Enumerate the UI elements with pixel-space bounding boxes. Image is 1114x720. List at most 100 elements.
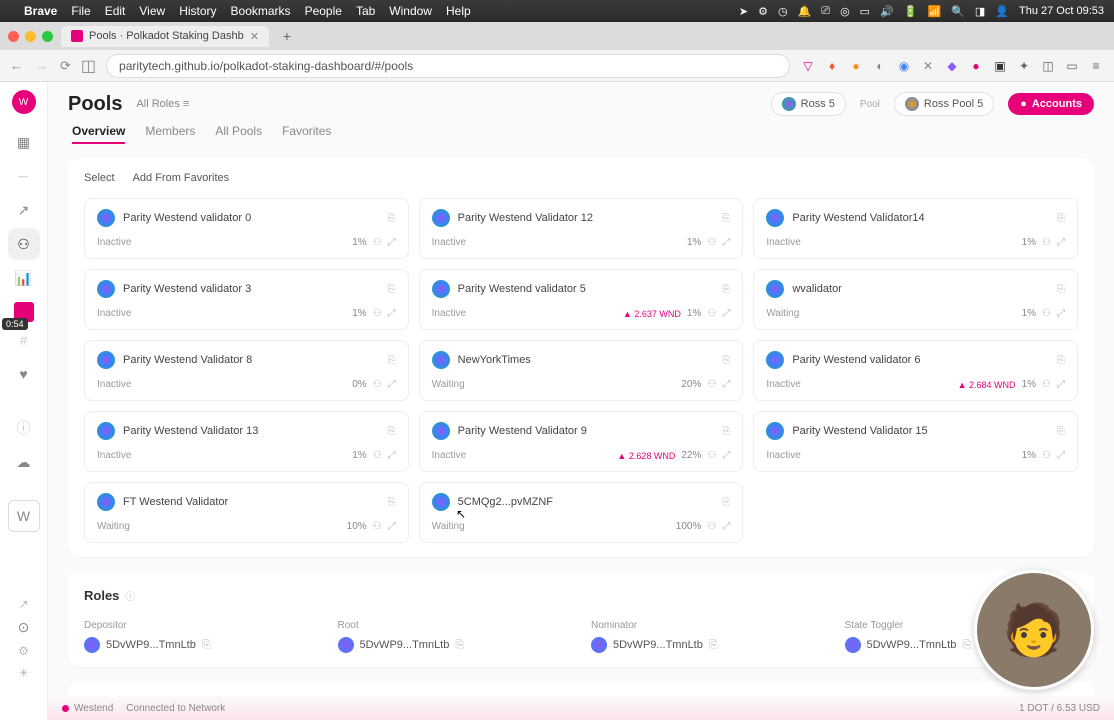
validator-card[interactable]: Parity Westend Validator 12⎘Inactive1%⚇⤢ <box>419 198 744 259</box>
validator-card[interactable]: Parity Westend validator 3⎘Inactive1%⚇⤢ <box>84 269 409 330</box>
search-icon[interactable]: 🔍 <box>951 5 965 18</box>
screen-icon[interactable]: ⎚ <box>821 5 830 18</box>
sidebar-pools[interactable]: ⚇ <box>8 228 40 260</box>
polkadot-logo-icon[interactable]: W <box>12 90 36 114</box>
ext-1-icon[interactable]: ● <box>848 58 864 74</box>
copy-icon[interactable]: ⎘ <box>1057 426 1065 437</box>
sidebar-info[interactable]: ⓘ <box>8 412 40 444</box>
menu-history[interactable]: History <box>179 4 216 18</box>
network-name[interactable]: Westend <box>74 703 113 714</box>
tab-overview[interactable]: Overview <box>72 124 125 144</box>
validator-card[interactable]: Parity Westend Validator 9⎘Inactive▲ 2.6… <box>419 411 744 472</box>
copy-icon[interactable]: ⎘ <box>388 426 396 437</box>
chart-icon[interactable]: ⤢ <box>1057 237 1065 248</box>
sidebar-favorites[interactable]: ♥ <box>8 358 40 390</box>
sidebar-overview[interactable]: ▦ <box>8 126 40 158</box>
chart-icon[interactable]: ⤢ <box>722 308 730 319</box>
validator-card[interactable]: FT Westend Validator⎘Waiting10%⚇⤢ <box>84 482 409 543</box>
chart-icon[interactable]: ⤢ <box>388 450 396 461</box>
browser-tab[interactable]: Pools · Polkadot Staking Dashb ✕ <box>61 26 269 47</box>
ext-7-icon[interactable]: ▣ <box>992 58 1008 74</box>
menu-view[interactable]: View <box>139 4 165 18</box>
copy-icon[interactable]: ⎘ <box>962 639 971 652</box>
ext-4-icon[interactable]: ✕ <box>920 58 936 74</box>
copy-icon[interactable]: ⎘ <box>722 284 730 295</box>
sidebar-community[interactable]: ☁ <box>8 446 40 478</box>
circle-icon[interactable]: ◎ <box>840 5 850 18</box>
control-center-icon[interactable]: ◨ <box>975 5 985 18</box>
location-icon[interactable]: ➤ <box>739 5 748 18</box>
forward-button[interactable]: → <box>35 58 48 74</box>
validator-card[interactable]: Parity Westend Validator 15⎘Inactive1%⚇⤢ <box>753 411 1078 472</box>
validator-card[interactable]: Parity Westend Validator 8⎘Inactive0%⚇⤢ <box>84 340 409 401</box>
volume-icon[interactable]: 🔊 <box>880 5 894 18</box>
copy-icon[interactable]: ⎘ <box>455 639 464 652</box>
info-icon[interactable]: ⓘ <box>125 588 135 603</box>
minimize-window[interactable] <box>25 31 36 42</box>
copy-icon[interactable]: ⎘ <box>388 213 396 224</box>
menu-window[interactable]: Window <box>389 4 432 18</box>
chart-icon[interactable]: ⤢ <box>1057 450 1065 461</box>
chart-icon[interactable]: ⤢ <box>388 308 396 319</box>
select-action[interactable]: Select <box>84 172 115 184</box>
validator-card[interactable]: wvalidator⎘Waiting1%⚇⤢ <box>753 269 1078 330</box>
validator-card[interactable]: Parity Westend Validator 13⎘Inactive1%⚇⤢ <box>84 411 409 472</box>
ext-5-icon[interactable]: ◆ <box>944 58 960 74</box>
profile-icon[interactable]: ▭ <box>1064 58 1080 74</box>
chart-icon[interactable]: ⤢ <box>1057 379 1065 390</box>
expand-icon[interactable]: ↗ <box>18 597 28 611</box>
chart-icon[interactable]: ⤢ <box>388 237 396 248</box>
reload-button[interactable]: ⟳ <box>60 58 71 74</box>
ext-6-icon[interactable]: ● <box>968 58 984 74</box>
copy-icon[interactable]: ⎘ <box>709 639 718 652</box>
roles-filter[interactable]: All Roles ≡ <box>136 98 189 110</box>
battery-icon[interactable]: 🔋 <box>904 5 918 18</box>
sidebar-line[interactable]: ─ <box>8 160 40 192</box>
notification-icon[interactable]: 🔔 <box>798 5 812 18</box>
panel-icon[interactable]: ◫ <box>1040 58 1056 74</box>
wifi-icon[interactable]: 📶 <box>927 5 941 18</box>
sidebar-wallet[interactable]: W <box>8 500 40 532</box>
settings-icon[interactable]: ⚙ <box>18 644 29 658</box>
close-window[interactable] <box>8 31 19 42</box>
extensions-icon[interactable]: ✦ <box>1016 58 1032 74</box>
ext-3-icon[interactable]: ◉ <box>896 58 912 74</box>
tab-all-pools[interactable]: All Pools <box>215 124 262 144</box>
account-chip-2[interactable]: Ross Pool 5 <box>894 92 994 116</box>
copy-icon[interactable]: ⎘ <box>202 639 211 652</box>
maximize-window[interactable] <box>42 31 53 42</box>
menu-bookmarks[interactable]: Bookmarks <box>231 4 291 18</box>
accounts-button[interactable]: ● Accounts <box>1008 93 1094 115</box>
clock-icon[interactable]: ◷ <box>778 5 788 18</box>
tab-members[interactable]: Members <box>145 124 195 144</box>
validator-card[interactable]: Parity Westend validator 0⎘Inactive1%⚇⤢ <box>84 198 409 259</box>
display-icon[interactable]: ▭ <box>860 5 870 18</box>
theme-icon[interactable]: ☀ <box>18 666 29 680</box>
menu-file[interactable]: File <box>71 4 90 18</box>
close-tab-icon[interactable]: ✕ <box>250 30 259 43</box>
chart-icon[interactable]: ⤢ <box>722 237 730 248</box>
account-chip-1[interactable]: Ross 5 <box>771 92 846 116</box>
validator-card[interactable]: 5CMQg2...pvMZNF⎘Waiting100%⚇⤢ <box>419 482 744 543</box>
copy-icon[interactable]: ⎘ <box>722 426 730 437</box>
chart-icon[interactable]: ⤢ <box>388 521 396 532</box>
copy-icon[interactable]: ⎘ <box>388 284 396 295</box>
datetime[interactable]: Thu 27 Oct 09:53 <box>1019 5 1104 17</box>
menu-edit[interactable]: Edit <box>105 4 126 18</box>
menu-help[interactable]: Help <box>446 4 471 18</box>
settings-icon[interactable]: ⚙ <box>758 5 768 18</box>
validator-card[interactable]: Parity Westend Validator14⎘Inactive1%⚇⤢ <box>753 198 1078 259</box>
tab-favorites[interactable]: Favorites <box>282 124 331 144</box>
copy-icon[interactable]: ⎘ <box>722 497 730 508</box>
chart-icon[interactable]: ⤢ <box>1057 308 1065 319</box>
copy-icon[interactable]: ⎘ <box>722 213 730 224</box>
video-avatar[interactable]: 🧑 <box>974 570 1094 690</box>
validator-card[interactable]: NewYorkTimes⎘Waiting20%⚇⤢ <box>419 340 744 401</box>
copy-icon[interactable]: ⎘ <box>722 355 730 366</box>
sidebar-stats[interactable]: 📊 <box>8 262 40 294</box>
validator-card[interactable]: Parity Westend validator 6⎘Inactive▲ 2.6… <box>753 340 1078 401</box>
address-bar[interactable]: paritytech.github.io/polkadot-staking-da… <box>106 54 790 78</box>
add-favorites-action[interactable]: Add From Favorites <box>133 172 230 184</box>
menu-people[interactable]: People <box>305 4 342 18</box>
shield-icon[interactable]: ▽ <box>800 58 816 74</box>
